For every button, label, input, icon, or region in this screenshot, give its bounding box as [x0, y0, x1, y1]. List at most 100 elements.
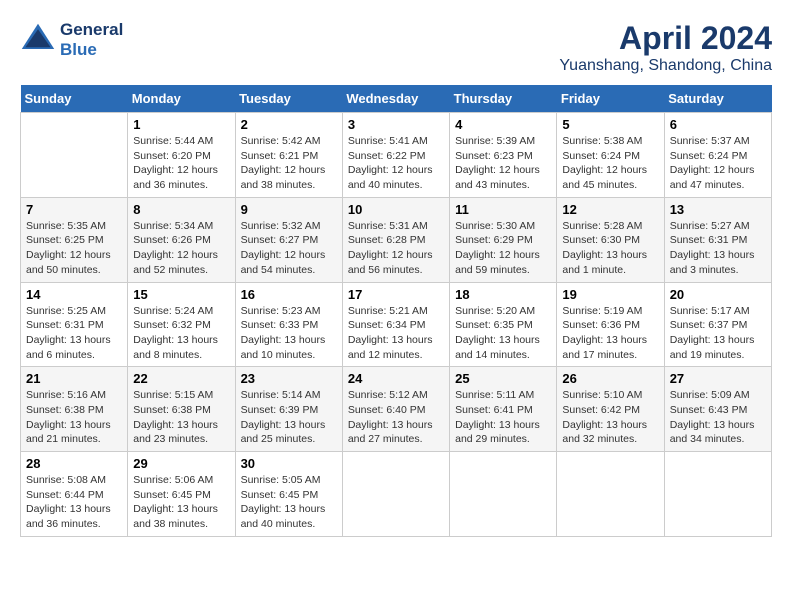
- calendar-cell: 6Sunrise: 5:37 AM Sunset: 6:24 PM Daylig…: [664, 113, 771, 198]
- day-info: Sunrise: 5:05 AM Sunset: 6:45 PM Dayligh…: [241, 473, 337, 532]
- calendar-cell: 14 Sunrise: 5:25 AM Sunset: 6:31 PM Dayli…: [21, 282, 128, 367]
- calendar-cell: 12 Sunrise: 5:28 AM Sunset: 6:30 PM Dayli…: [557, 197, 664, 282]
- day-number: 11: [455, 202, 551, 217]
- day-info: Sunrise: 5:41 AM Sunset: 6:22 PM Dayligh…: [348, 134, 444, 193]
- calendar-cell: 5 Sunrise: 5:38 AM Sunset: 6:24 PM Daylig…: [557, 113, 664, 198]
- day-info: Sunrise: 5:21 AM Sunset: 6:34 PM Dayligh…: [348, 304, 444, 363]
- day-number: 16: [241, 287, 337, 302]
- calendar-week-row: 21 Sunrise: 5:16 AM Sunset: 6:38 PM Dayli…: [21, 367, 772, 452]
- calendar-cell: 28 Sunrise: 5:08 AM Sunset: 6:44 PM Dayli…: [21, 452, 128, 537]
- calendar-cell: [342, 452, 449, 537]
- calendar-table: SundayMondayTuesdayWednesdayThursdayFrid…: [20, 85, 772, 537]
- calendar-header-row: SundayMondayTuesdayWednesdayThursdayFrid…: [21, 85, 772, 113]
- day-number: 21: [26, 371, 122, 386]
- day-number: 27: [670, 371, 766, 386]
- day-number: 13: [670, 202, 766, 217]
- day-info: Sunrise: 5:35 AM Sunset: 6:25 PM Dayligh…: [26, 219, 122, 278]
- day-info: Sunrise: 5:10 AM Sunset: 6:42 PM Dayligh…: [562, 388, 658, 447]
- calendar-cell: 17 Sunrise: 5:21 AM Sunset: 6:34 PM Dayli…: [342, 282, 449, 367]
- page-header: General Blue April 2024 Yuanshang, Shand…: [20, 20, 772, 75]
- day-number: 14: [26, 287, 122, 302]
- subtitle: Yuanshang, Shandong, China: [559, 57, 772, 75]
- calendar-cell: 25 Sunrise: 5:11 AM Sunset: 6:41 PM Dayli…: [450, 367, 557, 452]
- day-header: Friday: [557, 85, 664, 113]
- logo: General Blue: [20, 20, 123, 60]
- calendar-cell: 20 Sunrise: 5:17 AM Sunset: 6:37 PM Dayli…: [664, 282, 771, 367]
- day-info: Sunrise: 5:15 AM Sunset: 6:38 PM Dayligh…: [133, 388, 229, 447]
- day-number: 26: [562, 371, 658, 386]
- day-info: Sunrise: 5:39 AM Sunset: 6:23 PM Dayligh…: [455, 134, 551, 193]
- day-number: 8: [133, 202, 229, 217]
- calendar-cell: 11Sunrise: 5:30 AM Sunset: 6:29 PM Dayli…: [450, 197, 557, 282]
- day-number: 22: [133, 371, 229, 386]
- day-header: Tuesday: [235, 85, 342, 113]
- day-info: Sunrise: 5:08 AM Sunset: 6:44 PM Dayligh…: [26, 473, 122, 532]
- logo-text: General Blue: [60, 20, 123, 60]
- day-info: Sunrise: 5:14 AM Sunset: 6:39 PM Dayligh…: [241, 388, 337, 447]
- title-block: April 2024 Yuanshang, Shandong, China: [559, 20, 772, 75]
- day-number: 19: [562, 287, 658, 302]
- day-info: Sunrise: 5:19 AM Sunset: 6:36 PM Dayligh…: [562, 304, 658, 363]
- day-number: 28: [26, 456, 122, 471]
- day-info: Sunrise: 5:42 AM Sunset: 6:21 PM Dayligh…: [241, 134, 337, 193]
- calendar-cell: 22 Sunrise: 5:15 AM Sunset: 6:38 PM Dayli…: [128, 367, 235, 452]
- day-header: Thursday: [450, 85, 557, 113]
- day-info: Sunrise: 5:24 AM Sunset: 6:32 PM Dayligh…: [133, 304, 229, 363]
- day-info: Sunrise: 5:27 AM Sunset: 6:31 PM Dayligh…: [670, 219, 766, 278]
- calendar-week-row: 1 Sunrise: 5:44 AM Sunset: 6:20 PM Daylig…: [21, 113, 772, 198]
- calendar-cell: 9 Sunrise: 5:32 AM Sunset: 6:27 PM Daylig…: [235, 197, 342, 282]
- day-number: 12: [562, 202, 658, 217]
- calendar-cell: [664, 452, 771, 537]
- calendar-cell: 24Sunrise: 5:12 AM Sunset: 6:40 PM Dayli…: [342, 367, 449, 452]
- calendar-cell: 18Sunrise: 5:20 AM Sunset: 6:35 PM Dayli…: [450, 282, 557, 367]
- day-number: 20: [670, 287, 766, 302]
- day-info: Sunrise: 5:25 AM Sunset: 6:31 PM Dayligh…: [26, 304, 122, 363]
- calendar-week-row: 14 Sunrise: 5:25 AM Sunset: 6:31 PM Dayli…: [21, 282, 772, 367]
- day-header: Sunday: [21, 85, 128, 113]
- day-info: Sunrise: 5:44 AM Sunset: 6:20 PM Dayligh…: [133, 134, 229, 193]
- calendar-cell: 2 Sunrise: 5:42 AM Sunset: 6:21 PM Daylig…: [235, 113, 342, 198]
- calendar-week-row: 7 Sunrise: 5:35 AM Sunset: 6:25 PM Daylig…: [21, 197, 772, 282]
- day-number: 17: [348, 287, 444, 302]
- day-info: Sunrise: 5:09 AM Sunset: 6:43 PM Dayligh…: [670, 388, 766, 447]
- calendar-cell: 16 Sunrise: 5:23 AM Sunset: 6:33 PM Dayli…: [235, 282, 342, 367]
- calendar-cell: 4Sunrise: 5:39 AM Sunset: 6:23 PM Daylig…: [450, 113, 557, 198]
- day-info: Sunrise: 5:17 AM Sunset: 6:37 PM Dayligh…: [670, 304, 766, 363]
- day-number: 29: [133, 456, 229, 471]
- day-number: 23: [241, 371, 337, 386]
- day-info: Sunrise: 5:23 AM Sunset: 6:33 PM Dayligh…: [241, 304, 337, 363]
- day-number: 2: [241, 117, 337, 132]
- day-number: 18: [455, 287, 551, 302]
- day-number: 15: [133, 287, 229, 302]
- day-number: 1: [133, 117, 229, 132]
- calendar-cell: 3 Sunrise: 5:41 AM Sunset: 6:22 PM Daylig…: [342, 113, 449, 198]
- day-number: 25: [455, 371, 551, 386]
- main-title: April 2024: [559, 20, 772, 57]
- day-header: Saturday: [664, 85, 771, 113]
- day-info: Sunrise: 5:16 AM Sunset: 6:38 PM Dayligh…: [26, 388, 122, 447]
- day-info: Sunrise: 5:34 AM Sunset: 6:26 PM Dayligh…: [133, 219, 229, 278]
- day-info: Sunrise: 5:11 AM Sunset: 6:41 PM Dayligh…: [455, 388, 551, 447]
- day-header: Wednesday: [342, 85, 449, 113]
- day-number: 3: [348, 117, 444, 132]
- calendar-cell: 29Sunrise: 5:06 AM Sunset: 6:45 PM Dayli…: [128, 452, 235, 537]
- day-number: 10: [348, 202, 444, 217]
- day-number: 5: [562, 117, 658, 132]
- calendar-cell: [450, 452, 557, 537]
- day-number: 9: [241, 202, 337, 217]
- day-info: Sunrise: 5:38 AM Sunset: 6:24 PM Dayligh…: [562, 134, 658, 193]
- calendar-cell: 10Sunrise: 5:31 AM Sunset: 6:28 PM Dayli…: [342, 197, 449, 282]
- calendar-cell: [21, 113, 128, 198]
- day-info: Sunrise: 5:28 AM Sunset: 6:30 PM Dayligh…: [562, 219, 658, 278]
- day-info: Sunrise: 5:32 AM Sunset: 6:27 PM Dayligh…: [241, 219, 337, 278]
- calendar-cell: 13 Sunrise: 5:27 AM Sunset: 6:31 PM Dayli…: [664, 197, 771, 282]
- calendar-cell: 30 Sunrise: 5:05 AM Sunset: 6:45 PM Dayli…: [235, 452, 342, 537]
- day-info: Sunrise: 5:12 AM Sunset: 6:40 PM Dayligh…: [348, 388, 444, 447]
- logo-icon: [20, 22, 56, 58]
- day-number: 7: [26, 202, 122, 217]
- day-header: Monday: [128, 85, 235, 113]
- day-number: 30: [241, 456, 337, 471]
- calendar-cell: 23 Sunrise: 5:14 AM Sunset: 6:39 PM Dayli…: [235, 367, 342, 452]
- day-info: Sunrise: 5:37 AM Sunset: 6:24 PM Dayligh…: [670, 134, 766, 193]
- calendar-week-row: 28 Sunrise: 5:08 AM Sunset: 6:44 PM Dayli…: [21, 452, 772, 537]
